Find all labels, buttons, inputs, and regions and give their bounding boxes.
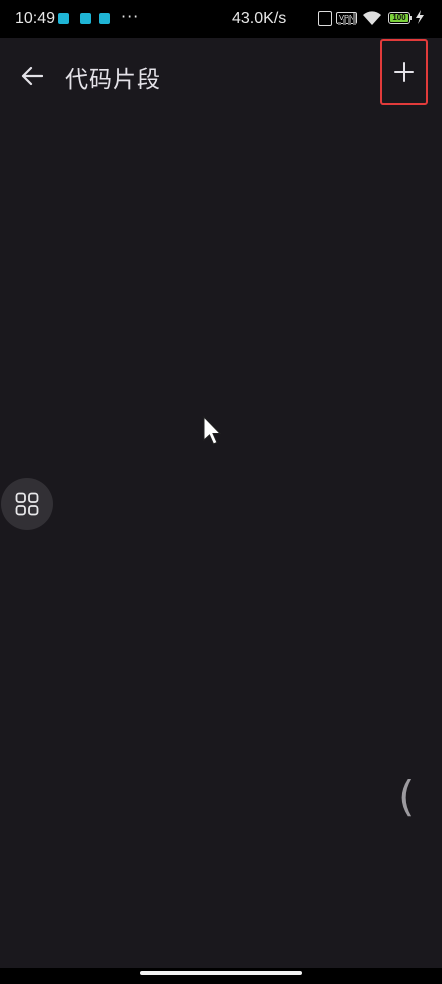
navigation-bar [0, 968, 442, 984]
floating-grid-button[interactable] [1, 478, 53, 530]
app-bar: 代码片段 [0, 38, 442, 114]
battery-level: 100 [390, 14, 408, 22]
page-title: 代码片段 [65, 67, 161, 93]
signal-icon [338, 13, 356, 25]
wifi-icon [363, 11, 381, 25]
app-screen: 代码片段 ( [0, 38, 442, 968]
battery-tip [410, 16, 412, 20]
app-notification-icon [58, 13, 69, 24]
app-notification-icon [99, 13, 110, 24]
arrow-left-icon [21, 66, 43, 86]
status-bar: 10:49 ··· 43.0K/s VPN 100 [0, 0, 442, 38]
status-time: 10:49 [15, 10, 56, 27]
plus-icon [394, 62, 414, 82]
nfc-icon [318, 11, 332, 26]
battery-icon: 100 [388, 12, 410, 24]
more-notifications-icon: ··· [121, 7, 140, 26]
charging-icon [416, 10, 424, 24]
mouse-cursor-icon [203, 416, 222, 445]
add-snippet-button[interactable] [380, 39, 428, 105]
network-speed: 43.0K/s [232, 10, 287, 27]
back-button[interactable] [14, 58, 50, 94]
home-indicator[interactable] [140, 971, 302, 975]
edge-swipe-indicator[interactable]: ( [398, 772, 414, 821]
app-notification-icon [80, 13, 91, 24]
grid-icon [15, 492, 39, 516]
